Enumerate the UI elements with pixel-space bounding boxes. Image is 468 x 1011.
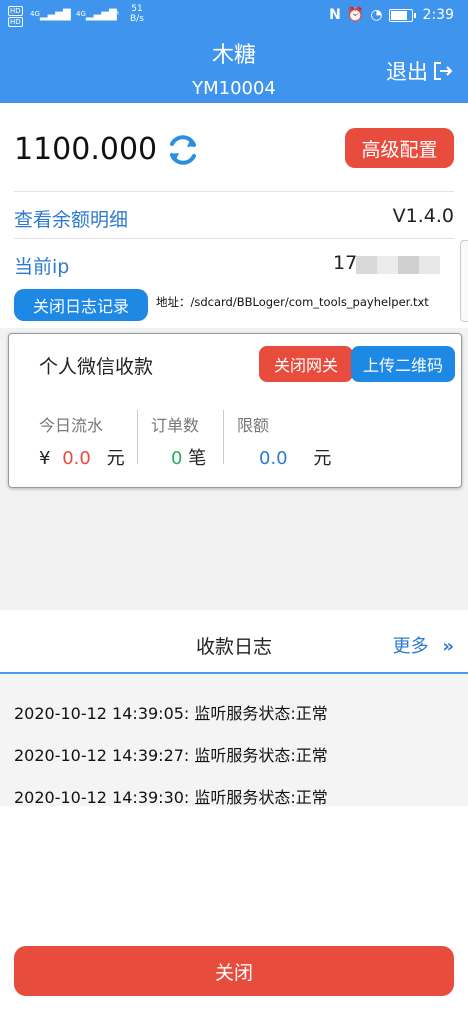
edge-handle[interactable] <box>460 240 468 322</box>
divider <box>14 238 454 239</box>
log-entry: 2020-10-12 14:39:30: 监听服务状态:正常 <box>14 788 328 807</box>
double-chevron-right-icon: » <box>442 636 454 657</box>
balance-detail-link[interactable]: 查看余额明细 <box>14 205 128 232</box>
current-ip-label: 当前ip <box>14 256 70 278</box>
card-title: 个人微信收款 <box>39 356 154 378</box>
logout-icon <box>434 62 453 80</box>
limit-value: 0.0 <box>259 448 288 469</box>
limit: 0.0 元 <box>259 444 331 470</box>
more-link[interactable]: 更多 » <box>393 632 454 658</box>
app-header: HD HD 4G▂▄▆█ 4G▂▄▆█ ◠ 51 B/s N ⏰ ◔ 2:39 … <box>0 0 468 103</box>
advanced-config-button[interactable]: 高级配置 <box>345 128 454 168</box>
battery-icon <box>388 8 416 22</box>
hd-badge-2: HD <box>8 17 23 27</box>
balance-amount: 1100.000 <box>14 132 158 167</box>
wifi-icon: ◠ <box>108 7 120 22</box>
status-bar: HD HD 4G▂▄▆█ 4G▂▄▆█ ◠ 51 B/s N ⏰ ◔ 2:39 <box>0 0 468 34</box>
stat-separator <box>137 410 138 464</box>
current-ip-value: 17 <box>333 252 358 274</box>
log-entry: 2020-10-12 14:39:27: 监听服务状态:正常 <box>14 746 328 765</box>
sim-indicators: HD HD <box>8 6 23 28</box>
today-flow-label: 今日流水 <box>39 416 104 435</box>
nfc-icon: N <box>329 7 341 23</box>
signal-icon-1: 4G▂▄▆█ <box>30 10 71 21</box>
currency-symbol: ¥ <box>39 448 51 469</box>
logout-button[interactable]: 退出 <box>386 56 454 86</box>
close-log-button[interactable]: 关闭日志记录 <box>14 289 148 321</box>
log-entry: 2020-10-12 14:39:05: 监听服务状态:正常 <box>14 704 328 723</box>
today-flow: ¥ 0.0 元 <box>39 444 125 470</box>
upload-qr-button[interactable]: 上传二维码 <box>351 346 455 382</box>
limit-label: 限额 <box>237 416 270 435</box>
speed-value: 51 <box>131 4 143 14</box>
limit-unit: 元 <box>313 448 332 469</box>
network-speed: 51 B/s <box>130 4 144 24</box>
more-label: 更多 <box>392 636 429 657</box>
app-version: V1.4.0 <box>392 205 454 227</box>
ip-redaction <box>356 256 440 274</box>
clock-time: 2:39 <box>422 7 454 23</box>
orders-value: 0 <box>171 448 183 469</box>
speedometer-icon: ◔ <box>370 7 383 23</box>
today-flow-unit: 元 <box>106 448 125 469</box>
orders: 0 笔 <box>171 444 206 470</box>
refresh-icon[interactable] <box>163 130 203 170</box>
divider <box>14 191 454 192</box>
stat-separator <box>223 410 224 464</box>
orders-unit: 笔 <box>188 448 207 469</box>
speed-unit: B/s <box>130 14 144 24</box>
log-list: 2020-10-12 14:39:05: 监听服务状态:正常 2020-10-1… <box>0 674 468 807</box>
status-right: N ⏰ ◔ 2:39 <box>329 7 454 23</box>
hd-badge-1: HD <box>8 6 23 16</box>
log-path: 地址：/sdcard/BBLoger/com_tools_payhelper.t… <box>156 295 429 309</box>
close-gateway-button[interactable]: 关闭网关 <box>259 346 353 382</box>
today-flow-value: 0.0 <box>62 448 91 469</box>
wechat-payment-card: 个人微信收款 关闭网关 上传二维码 今日流水 ¥ 0.0 元 订单数 0 笔 限… <box>8 333 462 488</box>
close-button[interactable]: 关闭 <box>14 946 454 996</box>
orders-label: 订单数 <box>151 416 200 435</box>
alarm-icon: ⏰ <box>346 7 365 23</box>
logout-label: 退出 <box>386 60 428 84</box>
